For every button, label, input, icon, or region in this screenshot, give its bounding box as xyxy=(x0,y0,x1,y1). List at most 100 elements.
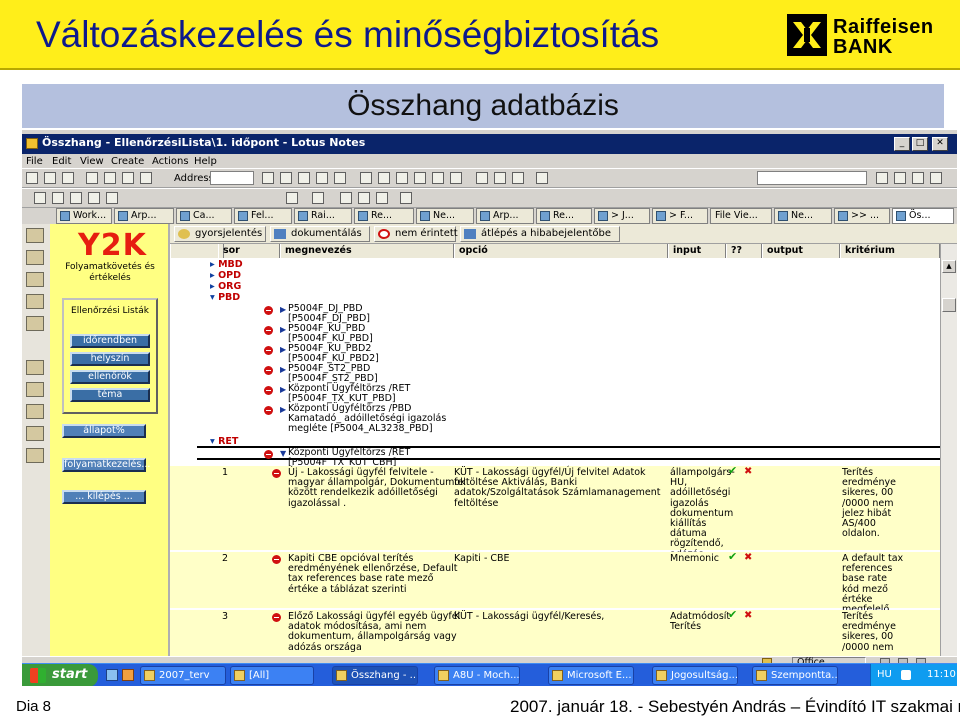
toolbar-icon[interactable] xyxy=(62,172,74,184)
scroll-thumb[interactable] xyxy=(942,298,956,312)
toolbar-icon[interactable] xyxy=(396,172,408,184)
toolbar-icon[interactable] xyxy=(400,192,412,204)
toolbar-icon[interactable] xyxy=(298,172,310,184)
toolbar-icon[interactable] xyxy=(26,172,38,184)
quicklaunch-icon[interactable] xyxy=(122,669,134,681)
scroll-up-icon[interactable]: ▲ xyxy=(942,260,956,273)
folder-icon[interactable] xyxy=(26,404,44,419)
category-mbd[interactable]: ▸ MBD xyxy=(210,260,243,270)
toolbar-icon[interactable] xyxy=(450,172,462,184)
taskbar-item-szempontta[interactable]: Szempontta... xyxy=(752,666,838,685)
calendar-icon[interactable] xyxy=(26,250,44,265)
check-icon[interactable]: ✔ xyxy=(728,465,737,476)
tab-rai[interactable]: Rai... xyxy=(294,208,352,224)
menu-edit[interactable]: Edit xyxy=(52,156,71,167)
tab-re-1[interactable]: Re... xyxy=(354,208,414,224)
toolbar-icon[interactable] xyxy=(34,192,46,204)
tab-arp-1[interactable]: Arp... xyxy=(114,208,174,224)
menu-view[interactable]: View xyxy=(80,156,104,167)
toolbar-icon[interactable] xyxy=(316,172,328,184)
start-button[interactable]: start xyxy=(22,664,98,686)
category-opd[interactable]: ▸ OPD xyxy=(210,271,241,281)
taskbar-item-2007-terv[interactable]: 2007_terv xyxy=(140,666,226,685)
address-book-icon[interactable] xyxy=(26,272,44,287)
col-output[interactable]: output xyxy=(762,244,840,258)
folder-icon[interactable] xyxy=(26,426,44,441)
minimize-button[interactable]: _ xyxy=(894,137,910,151)
taskbar-item-a8u[interactable]: A8U - Moch... xyxy=(434,666,520,685)
toolbar-icon[interactable] xyxy=(106,192,118,204)
close-button[interactable]: ✕ xyxy=(932,137,948,151)
stop-icon[interactable] xyxy=(340,192,352,204)
expand-arrow-icon[interactable]: ▶ xyxy=(280,325,286,335)
col-sor[interactable]: sor xyxy=(218,244,280,258)
toolbar-icon[interactable] xyxy=(88,192,100,204)
toolbar-icon[interactable] xyxy=(104,172,116,184)
window-titlebar[interactable]: Összhang - EllenőrzésiLista\1. időpont -… xyxy=(22,134,957,154)
toolbar-icon[interactable] xyxy=(44,172,56,184)
collapse-arrow-icon[interactable]: ▼ xyxy=(280,449,286,459)
doc-p5004f-dj-pbd[interactable]: P5004F_DJ_PBD [P5004F_DJ_PBD] xyxy=(288,304,370,324)
cross-icon[interactable]: ✖ xyxy=(744,553,752,563)
toolbar-icon[interactable] xyxy=(86,172,98,184)
vertical-scrollbar[interactable]: ▲ xyxy=(940,244,957,656)
todo-icon[interactable] xyxy=(26,294,44,309)
menu-help[interactable]: Help xyxy=(194,156,217,167)
toolbar-icon[interactable] xyxy=(376,192,388,204)
folder-icon[interactable] xyxy=(26,382,44,397)
toolbar-icon[interactable] xyxy=(536,172,548,184)
toolbar-icon[interactable] xyxy=(262,172,274,184)
back-icon[interactable] xyxy=(286,192,298,204)
expand-arrow-icon[interactable]: ▶ xyxy=(280,345,286,355)
category-org[interactable]: ▸ ORG xyxy=(210,282,241,292)
folyamatkezeles-button[interactable]: folyamatkezelés... xyxy=(62,458,150,472)
tab-ca[interactable]: Ca... xyxy=(176,208,232,224)
doc-p5004f-ku-pbd2[interactable]: P5004F_KU_PBD2 [P5004F_KU_PBD2] xyxy=(288,344,379,364)
tab-fel[interactable]: Fel... xyxy=(234,208,292,224)
col-kriterium[interactable]: kritérium xyxy=(840,244,940,258)
toolbar-icon[interactable] xyxy=(70,192,82,204)
allapot-button[interactable]: állapot% xyxy=(62,424,146,438)
database-icon[interactable] xyxy=(26,316,44,331)
tab-ne-1[interactable]: Ne... xyxy=(416,208,474,224)
helyszin-button[interactable]: helyszín xyxy=(70,352,150,366)
folder-icon[interactable] xyxy=(26,360,44,375)
toolbar-icon[interactable] xyxy=(52,192,64,204)
toolbar-icon[interactable] xyxy=(122,172,134,184)
language-indicator[interactable]: HU xyxy=(877,664,892,686)
cut-icon[interactable] xyxy=(876,172,888,184)
ellenorok-button[interactable]: ellenőrök xyxy=(70,370,150,384)
toolbar-icon[interactable] xyxy=(334,172,346,184)
quicklaunch-icon[interactable] xyxy=(106,669,118,681)
tab-file-view[interactable]: File Vie... xyxy=(710,208,772,224)
folder-icon[interactable] xyxy=(26,448,44,463)
toolbar-icon[interactable] xyxy=(378,172,390,184)
copy-icon[interactable] xyxy=(894,172,906,184)
taskbar-item-osszhang[interactable]: Összhang - ... xyxy=(332,666,418,685)
table-row[interactable]: 2 Kapiti CBE opcióval terítés eredményén… xyxy=(170,551,940,615)
toolbar-icon[interactable] xyxy=(414,172,426,184)
mail-icon[interactable] xyxy=(26,228,44,243)
table-row[interactable]: 1 Új - Lakossági ügyfél felvitele - magy… xyxy=(170,465,940,559)
col-opcio[interactable]: opció xyxy=(454,244,668,258)
expand-arrow-icon[interactable]: ▶ xyxy=(280,365,286,375)
taskbar-item-jogosultsag[interactable]: Jogosultság... xyxy=(652,666,738,685)
taskbar-item-microsoft-e[interactable]: Microsoft E... xyxy=(548,666,634,685)
tab-osszhang[interactable]: Ös... xyxy=(892,208,954,224)
doc-kut-pbd[interactable]: Központi Ügyféltörzs /PBD Kamatadó_ adóil… xyxy=(288,404,446,434)
toolbar-icon[interactable] xyxy=(930,172,942,184)
gyorsjelentes-button[interactable]: gyorsjelentés xyxy=(174,226,266,242)
doc-p5004f-st2-pbd[interactable]: P5004F_ST2_PBD [P5004F_ST2_PBD] xyxy=(288,364,378,384)
refresh-icon[interactable] xyxy=(358,192,370,204)
menu-actions[interactable]: Actions xyxy=(152,156,189,167)
expand-arrow-icon[interactable]: ▶ xyxy=(280,405,286,415)
col-qq[interactable]: ?? xyxy=(726,244,762,258)
menu-create[interactable]: Create xyxy=(111,156,144,167)
menu-file[interactable]: File xyxy=(26,156,43,167)
atlepes-hibabejelento-button[interactable]: átlépés a hibabejelentőbe xyxy=(460,226,620,242)
paste-icon[interactable] xyxy=(912,172,924,184)
cross-icon[interactable]: ✖ xyxy=(744,611,752,621)
tab-re-2[interactable]: Re... xyxy=(536,208,592,224)
tab-j[interactable]: > J... xyxy=(594,208,650,224)
tab-work[interactable]: Work... xyxy=(56,208,112,224)
